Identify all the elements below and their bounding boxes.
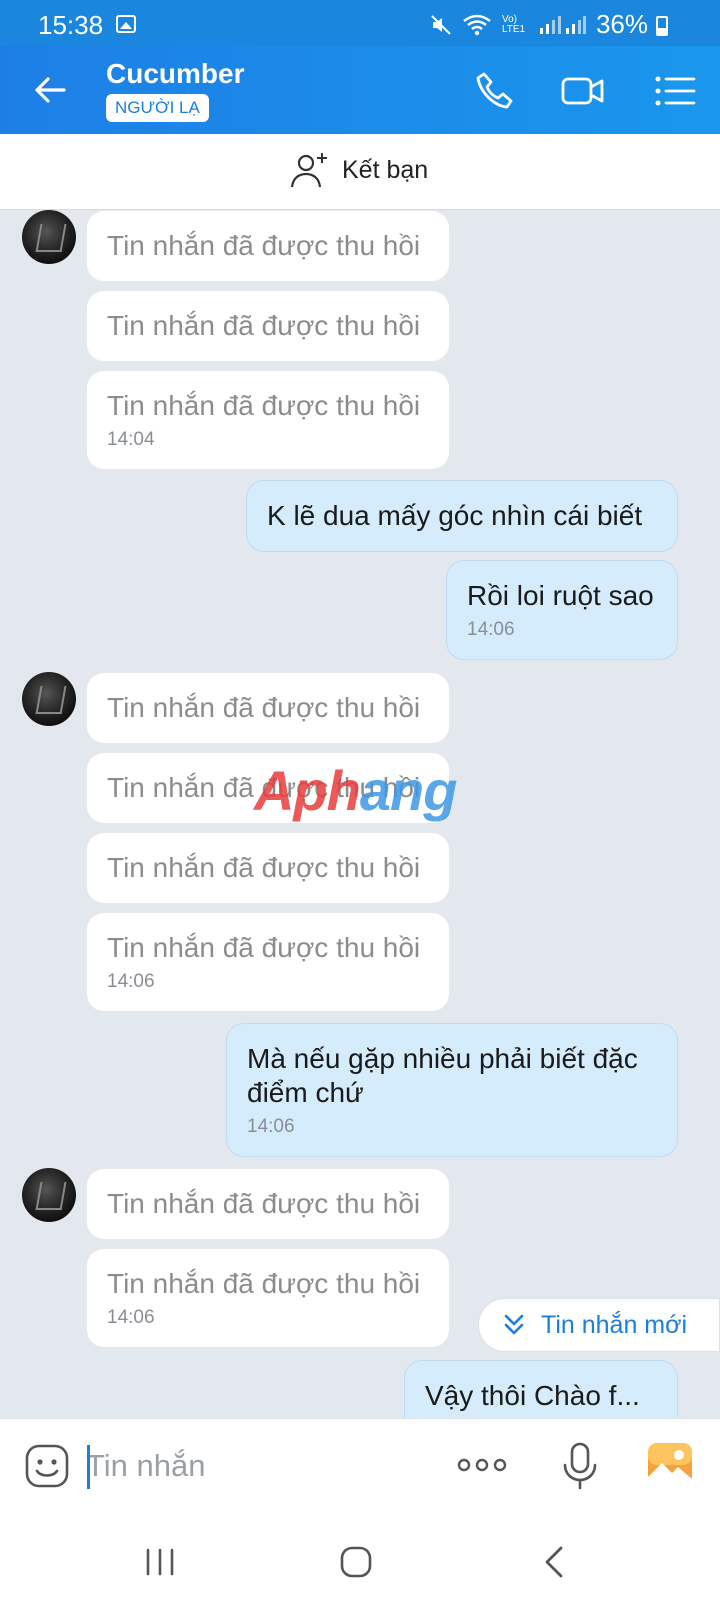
- message-composer: [0, 1418, 720, 1528]
- contact-avatar[interactable]: [22, 672, 76, 726]
- mic-icon[interactable]: [558, 1441, 602, 1491]
- message-time: 14:06: [467, 619, 515, 640]
- message-text: Tin nhắn đã được thu hồi: [107, 852, 421, 883]
- message-bubble-outgoing[interactable]: Rồi loi ruột sao 14:06: [446, 560, 678, 660]
- message-bubble-incoming[interactable]: Tin nhắn đã được thu hồi: [86, 210, 450, 282]
- message-text: Rồi loi ruột sao: [467, 580, 654, 611]
- message-bubble-incoming[interactable]: Tin nhắn đã được thu hồi 14:06: [86, 1248, 450, 1348]
- contact-avatar[interactable]: [22, 210, 76, 264]
- add-friend-label: Kết bạn: [342, 155, 429, 184]
- recent-apps-icon[interactable]: [140, 1542, 180, 1582]
- message-text: Tin nhắn đã được thu hồi: [107, 230, 421, 261]
- system-nav-bar: [0, 1528, 720, 1600]
- watermark-logo: Aphang: [254, 759, 457, 822]
- chat-header: Cucumber NGƯỜI LẠ: [0, 46, 720, 134]
- message-bubble-outgoing[interactable]: Vậy thôi Chào f...: [404, 1360, 678, 1418]
- message-text: Tin nhắn đã được thu hồi: [107, 1268, 421, 1299]
- message-text: Tin nhắn đã được thu hồi: [107, 310, 421, 341]
- message-bubble-incoming[interactable]: Tin nhắn đã được thu hồi: [86, 290, 450, 362]
- add-friend-icon: [290, 153, 327, 188]
- volte-label: Vo) LTE1: [501, 13, 526, 35]
- more-icon[interactable]: [456, 1455, 508, 1475]
- message-bubble-incoming[interactable]: Tin nhắn đã được thu hồi: [86, 832, 450, 904]
- message-bubble-incoming[interactable]: Tin nhắn đã được thu hồi 14:04: [86, 370, 450, 470]
- new-messages-label: Tin nhắn mới: [541, 1310, 688, 1339]
- message-text: Mà nếu gặp nhiều phải biết đặc điểm chứ: [247, 1043, 638, 1108]
- battery-percent: 36%: [595, 9, 648, 39]
- message-text: Tin nhắn đã được thu hồi: [107, 692, 421, 723]
- menu-icon[interactable]: [652, 68, 698, 114]
- contact-avatar[interactable]: [22, 1168, 76, 1222]
- add-friend-button[interactable]: Kết bạn: [290, 150, 428, 190]
- message-bubble-outgoing[interactable]: K lẽ dua mấy góc nhìn cái biết: [246, 480, 678, 552]
- message-text: Tin nhắn đã được thu hồi: [107, 1188, 421, 1219]
- status-bar: 15:38 Vo) LTE1 36%: [0, 0, 720, 46]
- new-messages-button[interactable]: Tin nhắn mới: [478, 1298, 720, 1352]
- stranger-badge: NGƯỜI LẠ: [106, 94, 209, 122]
- message-bubble-incoming[interactable]: Tin nhắn đã được thu hồi: [86, 1168, 450, 1240]
- status-time: 15:38: [38, 10, 104, 40]
- message-text: Tin nhắn đã được thu hồi: [107, 390, 421, 421]
- gallery-notification-icon: [116, 15, 136, 33]
- photo-icon[interactable]: [646, 1441, 694, 1487]
- message-time: 14:06: [107, 1307, 155, 1328]
- phone-icon[interactable]: [472, 68, 518, 114]
- message-time: 14:06: [107, 971, 155, 992]
- message-time: 14:04: [107, 429, 155, 450]
- contact-name[interactable]: Cucumber: [106, 58, 244, 90]
- back-icon[interactable]: [30, 70, 70, 110]
- message-bubble-incoming[interactable]: Tin nhắn đã được thu hồi: [86, 672, 450, 744]
- message-text: Tin nhắn đã được thu hồi: [107, 932, 421, 963]
- emoji-icon[interactable]: [24, 1443, 70, 1489]
- text-caret: [87, 1445, 90, 1489]
- message-text: Vậy thôi Chào f...: [425, 1380, 640, 1411]
- message-time: 14:06: [247, 1116, 295, 1137]
- video-call-icon[interactable]: [560, 68, 606, 114]
- mute-icon: [431, 14, 451, 35]
- status-indicators: Vo) LTE1 36%: [430, 9, 672, 40]
- back-nav-icon[interactable]: [536, 1542, 576, 1582]
- message-input[interactable]: [86, 1441, 426, 1491]
- home-icon[interactable]: [336, 1542, 376, 1582]
- wifi-icon: [463, 14, 491, 35]
- battery-icon: [656, 16, 668, 36]
- message-text: K lẽ dua mấy góc nhìn cái biết: [267, 500, 643, 531]
- message-bubble-outgoing[interactable]: Mà nếu gặp nhiều phải biết đặc điểm chứ …: [226, 1023, 678, 1157]
- add-friend-bar: Kết bạn: [0, 134, 720, 210]
- signal-icon: [539, 15, 586, 34]
- chevron-double-down-icon: [504, 1314, 524, 1335]
- message-bubble-incoming[interactable]: Tin nhắn đã được thu hồi 14:06: [86, 912, 450, 1012]
